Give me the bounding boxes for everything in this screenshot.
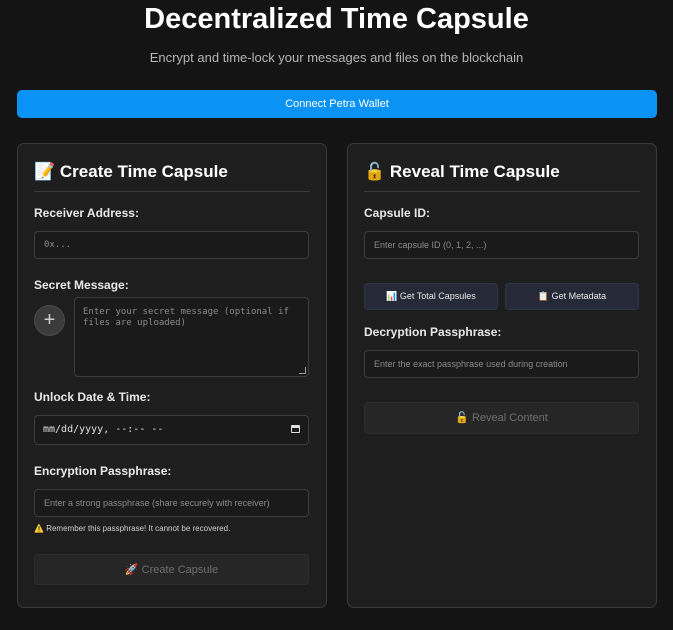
create-capsule-button-label: Create Capsule bbox=[141, 564, 219, 576]
reveal-content-button-label: Reveal Content bbox=[471, 412, 548, 424]
receiver-address-input[interactable]: 0x... bbox=[34, 231, 309, 259]
page-title: Decentralized Time Capsule bbox=[144, 3, 529, 35]
create-capsule-button[interactable]: 🚀 Create Capsule bbox=[34, 554, 309, 585]
receiver-address-label: Receiver Address: bbox=[34, 206, 139, 220]
warning-icon: ⚠️ bbox=[34, 524, 44, 533]
decryption-passphrase-input[interactable]: Enter the exact passphrase used during c… bbox=[364, 350, 639, 378]
secret-message-label: Secret Message: bbox=[34, 278, 129, 292]
create-card-title-text: Create Time Capsule bbox=[59, 162, 228, 181]
secret-message-placeholder: Enter your secret message (optional if f… bbox=[83, 307, 289, 328]
connect-wallet-button[interactable]: Connect Petra Wallet bbox=[17, 90, 657, 118]
rocket-icon: 🚀 bbox=[124, 563, 139, 576]
bar-chart-icon: 📊 bbox=[386, 292, 398, 302]
get-total-capsules-label: Get Total Capsules bbox=[399, 291, 476, 301]
clipboard-icon: 📋 bbox=[537, 292, 550, 302]
secret-message-textarea[interactable]: Enter your secret message (optional if f… bbox=[74, 297, 309, 377]
reveal-capsule-card: 🔓 Reveal Time Capsule Capsule ID: Enter … bbox=[347, 143, 657, 608]
page-subtitle: Encrypt and time-lock your messages and … bbox=[149, 50, 524, 65]
reveal-card-title: 🔓 Reveal Time Capsule bbox=[364, 161, 640, 192]
unlock-icon: 🔓 bbox=[364, 162, 386, 182]
unlock-date-value: mm/dd/yyyy, --:-- -- bbox=[43, 424, 164, 435]
capsule-id-input[interactable]: Enter capsule ID (0, 1, 2, ...) bbox=[364, 231, 639, 259]
capsule-id-label: Capsule ID: bbox=[364, 206, 431, 220]
encryption-passphrase-input[interactable]: Enter a strong passphrase (share securel… bbox=[34, 489, 309, 517]
attach-file-button[interactable]: + bbox=[34, 305, 65, 336]
memo-icon: 📝 bbox=[34, 162, 56, 182]
create-card-title: 📝 Create Time Capsule bbox=[34, 161, 310, 192]
calendar-icon[interactable] bbox=[291, 425, 300, 433]
get-total-capsules-button[interactable]: 📊 Get Total Capsules bbox=[364, 283, 498, 310]
reveal-card-title-text: Reveal Time Capsule bbox=[389, 162, 560, 181]
reveal-content-button[interactable]: 🔓 Reveal Content bbox=[364, 402, 639, 434]
unlock-icon: 🔓 bbox=[455, 411, 469, 424]
encryption-passphrase-label: Encryption Passphrase: bbox=[34, 464, 172, 478]
create-capsule-card: 📝 Create Time Capsule Receiver Address: … bbox=[17, 143, 327, 608]
unlock-date-input[interactable]: mm/dd/yyyy, --:-- -- bbox=[34, 415, 309, 445]
decryption-passphrase-label: Decryption Passphrase: bbox=[364, 325, 502, 339]
unlock-date-label: Unlock Date & Time: bbox=[34, 390, 151, 404]
passphrase-warning-text: Remember this passphrase! It cannot be r… bbox=[46, 524, 231, 533]
resize-handle-icon[interactable] bbox=[299, 367, 306, 374]
passphrase-warning: ⚠️ Remember this passphrase! It cannot b… bbox=[34, 524, 230, 533]
get-metadata-label: Get Metadata bbox=[551, 291, 607, 301]
plus-icon: + bbox=[43, 309, 56, 331]
get-metadata-button[interactable]: 📋 Get Metadata bbox=[505, 283, 639, 310]
